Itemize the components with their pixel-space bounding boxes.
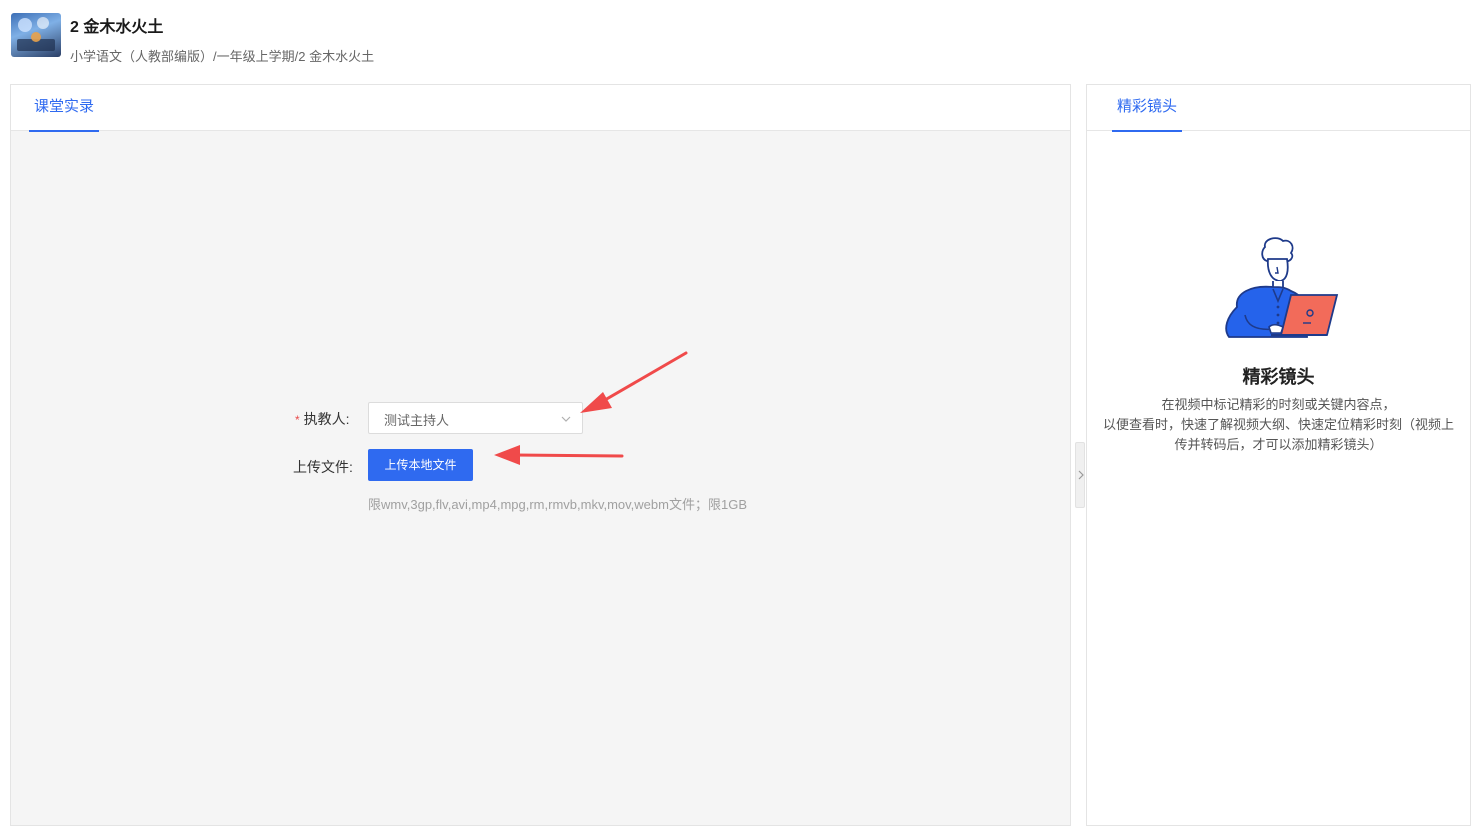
breadcrumb: 小学语文（人教部编版）/一年级上学期/2 金木水火土 bbox=[70, 49, 375, 64]
upload-label: 上传文件: bbox=[293, 459, 353, 475]
chevron-down-icon bbox=[561, 416, 571, 422]
tab-highlights[interactable]: 精彩镜头 bbox=[1112, 85, 1183, 132]
page-header: 2 金木水火土 小学语文（人教部编版）/一年级上学期/2 金木水火土 bbox=[0, 0, 1481, 80]
lesson-thumbnail bbox=[11, 13, 61, 57]
empty-desc-line-1: 在视频中标记精彩的时刻或关键内容点， bbox=[1161, 397, 1396, 412]
active-tab-indicator bbox=[29, 130, 100, 132]
upload-local-file-button[interactable]: 上传本地文件 bbox=[368, 449, 473, 481]
highlights-panel: 精彩镜头 精彩镜头 在视频中标记精彩的时刻或关键内容点， 以便查看时，快速了解视… bbox=[1086, 84, 1471, 826]
teacher-label: * 执教人: bbox=[295, 409, 350, 429]
person-laptop-illustration bbox=[1225, 237, 1339, 338]
empty-desc-line-2: 以便查看时，快速了解视频大纲、快速定位精彩时刻（视频上传并转码后，才可以添加精彩… bbox=[1102, 417, 1454, 452]
active-tab-indicator bbox=[1112, 130, 1183, 132]
empty-state-title: 精彩镜头 bbox=[1242, 367, 1315, 387]
panel-collapse-toggle[interactable] bbox=[1075, 442, 1085, 508]
classroom-record-panel: 课堂实录 * 执教人: 测试主持人 上传文件: 上传本地文件 限wmv,3gp,f… bbox=[10, 84, 1071, 826]
tab-label: 精彩镜头 bbox=[1117, 98, 1178, 115]
upload-hint: 限wmv,3gp,flv,avi,mp4,mpg,rm,rmvb,mkv,mov… bbox=[368, 497, 747, 512]
teacher-select[interactable]: 测试主持人 bbox=[368, 402, 583, 434]
left-tabbar: 课堂实录 bbox=[11, 85, 1070, 132]
right-tabbar: 精彩镜头 bbox=[1087, 85, 1470, 132]
tab-classroom-record[interactable]: 课堂实录 bbox=[29, 85, 100, 132]
page-title: 2 金木水火土 bbox=[70, 19, 164, 36]
teacher-select-value: 测试主持人 bbox=[384, 413, 450, 428]
chevron-right-icon bbox=[1078, 470, 1084, 480]
required-mark: * bbox=[295, 413, 300, 427]
empty-state-description: 在视频中标记精彩的时刻或关键内容点， 以便查看时，快速了解视频大纲、快速定位精彩… bbox=[1101, 395, 1456, 455]
teacher-label-text: 执教人: bbox=[303, 411, 350, 427]
tab-label: 课堂实录 bbox=[34, 98, 95, 115]
